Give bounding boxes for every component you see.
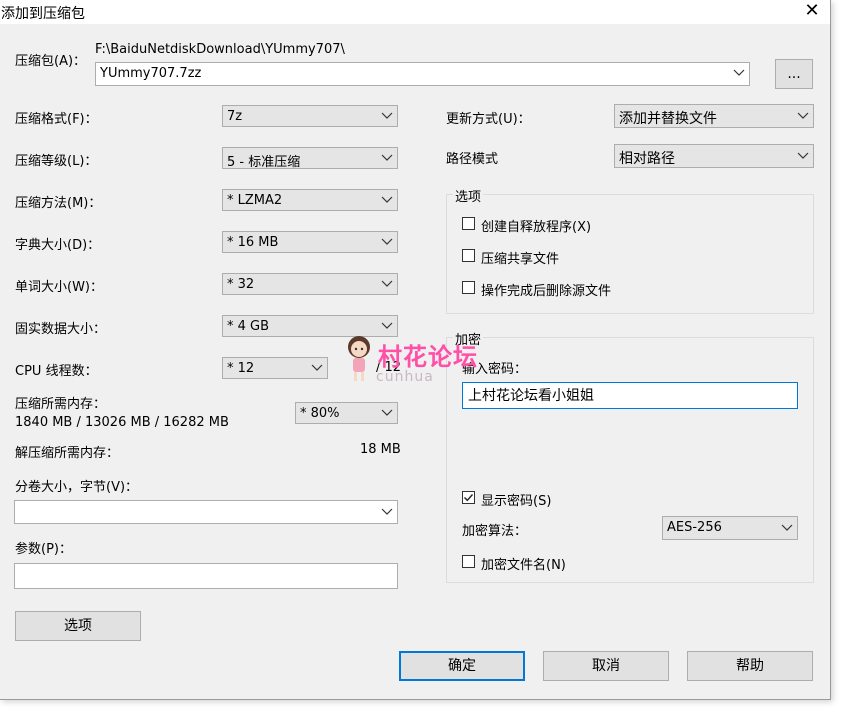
format-select[interactable]: 7z xyxy=(222,105,398,127)
password-input[interactable]: 上村花论坛看小姐姐 xyxy=(462,382,798,409)
watermark-mascot-icon xyxy=(348,336,370,381)
method-label: 压缩方法(M)： xyxy=(15,196,102,211)
chevron-down-icon xyxy=(781,524,793,531)
chevron-down-icon xyxy=(381,154,393,161)
method-value: * LZMA2 xyxy=(227,193,283,208)
pathmode-value: 相对路径 xyxy=(619,151,675,167)
mem-decompress-value: 18 MB xyxy=(360,442,401,457)
watermark-title: 村花论坛 xyxy=(378,343,478,371)
checkmark-icon xyxy=(464,494,474,502)
mem-compress-detail: 1840 MB / 13026 MB / 16282 MB xyxy=(15,415,229,430)
shared-checkbox[interactable] xyxy=(462,249,475,262)
options-group-title: 选项 xyxy=(453,186,484,205)
dict-select[interactable]: * 16 MB xyxy=(222,231,398,253)
dialog-window: 添加到压缩包 ✕ 压缩包(A)： F:\BaiduNetdiskDownload… xyxy=(0,0,831,700)
word-value: * 32 xyxy=(227,277,255,292)
update-select[interactable]: 添加并替换文件 xyxy=(614,104,814,128)
chevron-down-icon xyxy=(381,508,393,515)
title-bar: 添加到压缩包 ✕ xyxy=(0,0,830,24)
chevron-down-icon xyxy=(381,196,393,203)
solid-value: * 4 GB xyxy=(227,319,270,334)
help-button[interactable]: 帮助 xyxy=(687,651,813,681)
chevron-down-icon xyxy=(797,152,809,159)
cpu-value: * 12 xyxy=(227,361,255,376)
watermark-sub: cunhua xyxy=(376,369,434,385)
params-input[interactable] xyxy=(14,563,398,589)
window-title: 添加到压缩包 xyxy=(1,6,85,22)
delete-checkbox[interactable] xyxy=(462,281,475,294)
chevron-down-icon xyxy=(381,238,393,245)
format-value: 7z xyxy=(227,109,243,124)
chevron-down-icon xyxy=(381,322,393,329)
shared-label: 压缩共享文件 xyxy=(481,252,560,267)
dict-label: 字典大小(D)： xyxy=(15,238,101,253)
archive-path: F:\BaiduNetdiskDownload\YUmmy707\ xyxy=(95,42,345,57)
word-select[interactable]: * 32 xyxy=(222,273,398,295)
archive-name-value: YUmmy707.7zz xyxy=(100,66,202,81)
level-label: 压缩等级(L)： xyxy=(15,154,98,169)
enc-method-select[interactable]: AES-256 xyxy=(662,516,798,540)
chevron-down-icon xyxy=(311,364,323,371)
archive-label: 压缩包(A)： xyxy=(15,54,87,69)
update-value: 添加并替换文件 xyxy=(619,111,717,127)
chevron-down-icon xyxy=(381,112,393,119)
level-select[interactable]: 5 - 标准压缩 xyxy=(222,147,398,170)
show-password-label: 显示密码(S) xyxy=(481,494,552,509)
enc-method-value: AES-256 xyxy=(667,520,722,535)
dict-value: * 16 MB xyxy=(227,235,279,250)
mem-decompress-label: 解压缩所需内存： xyxy=(15,446,120,461)
volume-combo[interactable] xyxy=(14,500,398,524)
update-label: 更新方式(U)： xyxy=(446,112,531,127)
chevron-down-icon xyxy=(381,280,393,287)
mem-percent-select[interactable]: * 80% xyxy=(295,402,398,424)
ok-button[interactable]: 确定 xyxy=(399,651,525,681)
chevron-down-icon xyxy=(733,69,745,76)
cpu-label: CPU 线程数： xyxy=(15,364,98,379)
options-button[interactable]: 选项 xyxy=(15,611,141,641)
pathmode-label: 路径模式 xyxy=(446,152,499,167)
method-select[interactable]: * LZMA2 xyxy=(222,189,398,211)
password-value: 上村花论坛看小姐姐 xyxy=(468,388,594,404)
sfx-label: 创建自释放程序(X) xyxy=(481,220,592,235)
cancel-button[interactable]: 取消 xyxy=(543,651,669,681)
level-value: 5 - 标准压缩 xyxy=(227,155,301,170)
mem-compress-label: 压缩所需内存： xyxy=(15,397,107,412)
format-label: 压缩格式(F)： xyxy=(15,112,98,127)
volume-label: 分卷大小，字节(V)： xyxy=(15,480,139,495)
archive-name-combo[interactable]: YUmmy707.7zz xyxy=(95,62,750,86)
chevron-down-icon xyxy=(797,112,809,119)
cpu-select[interactable]: * 12 xyxy=(222,357,328,379)
mem-percent-value: * 80% xyxy=(300,406,340,421)
solid-label: 固实数据大小： xyxy=(15,322,107,337)
show-password-checkbox[interactable] xyxy=(462,491,475,504)
delete-label: 操作完成后删除源文件 xyxy=(481,284,612,299)
encrypt-names-checkbox[interactable] xyxy=(462,555,475,568)
close-icon[interactable]: ✕ xyxy=(797,0,827,22)
sfx-checkbox[interactable] xyxy=(462,217,475,230)
params-label: 参数(P)： xyxy=(15,542,72,557)
browse-button[interactable]: ... xyxy=(775,59,813,89)
word-label: 单词大小(W)： xyxy=(15,280,103,295)
pathmode-select[interactable]: 相对路径 xyxy=(614,144,814,168)
enc-method-label: 加密算法： xyxy=(462,524,528,539)
encrypt-names-label: 加密文件名(N) xyxy=(481,558,566,573)
chevron-down-icon xyxy=(381,409,393,416)
